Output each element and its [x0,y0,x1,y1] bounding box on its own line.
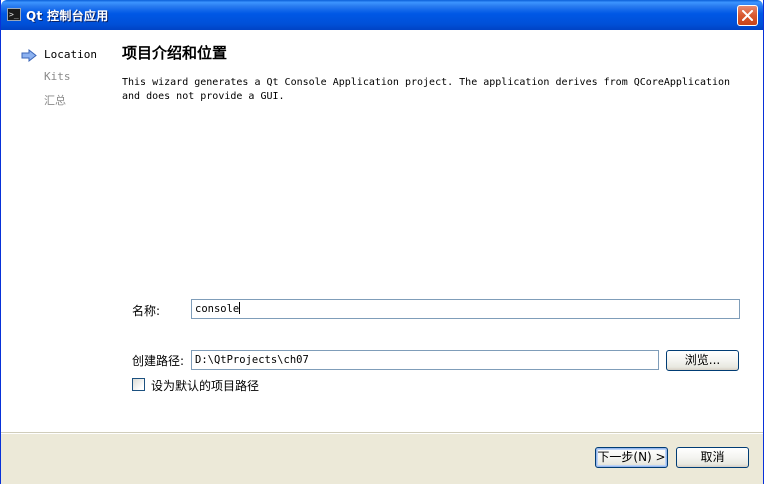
step-label: 汇总 [44,94,66,107]
step-label: Kits [44,70,71,83]
wizard-window: >_ Qt 控制台应用 Location Kits 汇总 项目介绍和位置 Thi… [0,0,764,484]
current-step-arrow-icon [21,49,37,62]
name-input-value: console [195,303,240,315]
close-icon [742,10,753,21]
footer-divider [1,433,763,434]
name-input[interactable]: console [191,299,740,319]
browse-button[interactable]: 浏览... [666,350,739,371]
name-label: 名称: [132,304,161,318]
step-label: Location [44,48,97,61]
close-button[interactable] [737,5,758,26]
path-input-value: D:\QtProjects\ch07 [195,354,309,366]
default-path-checkbox[interactable] [132,378,145,391]
page-description: This wizard generates a Qt Console Appli… [122,77,731,102]
console-app-icon: >_ [7,8,21,21]
page-title: 项目介绍和位置 [122,44,228,62]
default-path-label[interactable]: 设为默认的项目路径 [151,377,259,394]
window-title: Qt 控制台应用 [26,9,109,23]
cancel-button[interactable]: 取消 [676,447,749,468]
next-button[interactable]: 下一步(N) > [595,447,668,468]
text-caret [239,302,241,314]
path-label: 创建路径: [132,354,185,368]
path-input[interactable]: D:\QtProjects\ch07 [191,350,659,370]
title-bar[interactable]: >_ Qt 控制台应用 [1,0,763,30]
